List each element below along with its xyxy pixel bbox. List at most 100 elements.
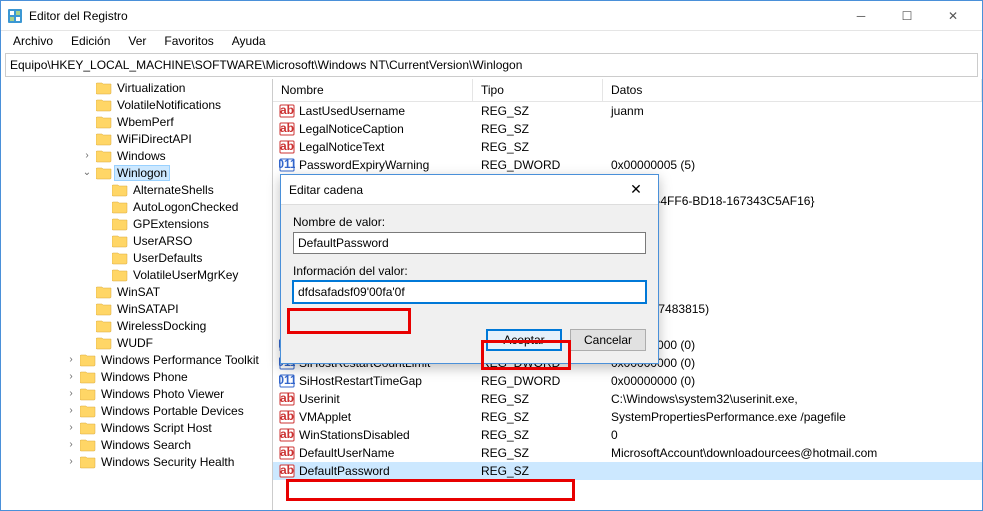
titlebar[interactable]: Editor del Registro ─ ☐ ✕ — [1, 1, 982, 31]
tree-item[interactable]: WinSAT — [1, 283, 272, 300]
tree-item[interactable]: ›Windows Phone — [1, 368, 272, 385]
dialog-input-name[interactable] — [293, 232, 646, 254]
tree-item[interactable]: Virtualization — [1, 79, 272, 96]
expand-icon[interactable]: › — [65, 388, 77, 399]
value-row[interactable]: 011PasswordExpiryWarningREG_DWORD0x00000… — [273, 156, 982, 174]
tree-item[interactable]: ›Windows — [1, 147, 272, 164]
svg-text:011: 011 — [279, 373, 295, 387]
tree-label: UserDefaults — [131, 251, 204, 265]
value-name: SiHostRestartTimeGap — [299, 374, 422, 388]
expand-icon[interactable]: › — [65, 439, 77, 450]
svg-text:011: 011 — [279, 157, 295, 171]
expand-icon[interactable]: › — [65, 405, 77, 416]
maximize-button[interactable]: ☐ — [884, 1, 930, 31]
expand-icon[interactable]: › — [65, 354, 77, 365]
value-data: .exe — [603, 248, 982, 262]
value-type: REG_SZ — [473, 428, 603, 442]
value-name: VMApplet — [299, 410, 351, 424]
tree-item[interactable]: › Windows Security Health — [1, 453, 272, 470]
tree-item[interactable]: WinSATAPI — [1, 300, 272, 317]
menu-file[interactable]: Archivo — [5, 32, 61, 50]
tree-item[interactable]: UserDefaults — [1, 249, 272, 266]
value-name: Userinit — [299, 392, 340, 406]
collapse-icon[interactable]: ⌄ — [81, 167, 93, 178]
menu-help[interactable]: Ayuda — [224, 32, 274, 50]
dialog-ok-button[interactable]: Aceptar — [486, 329, 562, 351]
svg-text:ab: ab — [280, 391, 294, 405]
menu-edit[interactable]: Edición — [63, 32, 118, 50]
value-data: 0x00000000 (0) — [603, 356, 982, 370]
dialog-titlebar[interactable]: Editar cadena ✕ — [281, 175, 658, 205]
value-data: 0x00000000 (0) — [603, 338, 982, 352]
tree-label: WinSAT — [115, 285, 162, 299]
tree-item[interactable]: ›Windows Portable Devices — [1, 402, 272, 419]
tree-label: AlternateShells — [131, 183, 216, 197]
expand-icon[interactable]: › — [81, 150, 93, 161]
value-name: DefaultPassword — [299, 464, 390, 478]
value-data: MicrosoftAccount\downloadourcees@hotmail… — [603, 446, 982, 460]
tree-label: Windows Security Health — [99, 455, 236, 469]
value-name: LegalNoticeText — [299, 140, 384, 154]
value-row[interactable]: abWinStationsDisabledREG_SZ0 — [273, 426, 982, 444]
minimize-button[interactable]: ─ — [838, 1, 884, 31]
col-header-name[interactable]: Nombre — [273, 79, 473, 101]
tree-item[interactable]: ⌄Winlogon — [1, 164, 272, 181]
tree-item[interactable]: ›Windows Photo Viewer — [1, 385, 272, 402]
value-data: 0x00000005 (5) — [603, 158, 982, 172]
value-name: DefaultUserName — [299, 446, 394, 460]
edit-string-dialog: Editar cadena ✕ Nombre de valor: Informa… — [280, 174, 659, 364]
tree-item[interactable]: WirelessDocking — [1, 317, 272, 334]
value-type: REG_SZ — [473, 122, 603, 136]
col-header-data[interactable]: Datos — [603, 79, 982, 101]
tree-item[interactable]: VolatileUserMgrKey — [1, 266, 272, 283]
svg-text:ab: ab — [280, 139, 294, 153]
tree-item[interactable]: ›Windows Script Host — [1, 419, 272, 436]
value-row[interactable]: abLastUsedUsernameREG_SZjuanm — [273, 102, 982, 120]
dialog-cancel-button[interactable]: Cancelar — [570, 329, 646, 351]
tree-label: WirelessDocking — [115, 319, 208, 333]
value-data: 00 (0) — [603, 266, 982, 280]
tree-item[interactable]: ›Windows Search — [1, 436, 272, 453]
svg-text:ab: ab — [280, 103, 294, 117]
expand-icon[interactable]: › — [65, 371, 77, 382]
menu-view[interactable]: Ver — [120, 32, 154, 50]
value-type: REG_SZ — [473, 392, 603, 406]
svg-text:ab: ab — [280, 121, 294, 135]
menu-favorites[interactable]: Favoritos — [156, 32, 221, 50]
close-button[interactable]: ✕ — [930, 1, 976, 31]
dialog-input-data[interactable] — [293, 281, 646, 303]
tree-item[interactable]: WiFiDirectAPI — [1, 130, 272, 147]
tree-item[interactable]: GPExtensions — [1, 215, 272, 232]
tree-item[interactable]: WbemPerf — [1, 113, 272, 130]
tree-label: Virtualization — [115, 81, 187, 95]
tree-label: AutoLogonChecked — [131, 200, 240, 214]
value-row[interactable]: abDefaultPasswordREG_SZ — [273, 462, 982, 480]
tree-item[interactable]: AlternateShells — [1, 181, 272, 198]
value-row[interactable]: abLegalNoticeCaptionREG_SZ — [273, 120, 982, 138]
value-type: REG_SZ — [473, 140, 603, 154]
value-row[interactable]: 011SiHostRestartTimeGapREG_DWORD0x000000… — [273, 372, 982, 390]
value-row[interactable]: ab LegalNoticeText REG_SZ — [273, 138, 982, 156]
tree-item[interactable]: WUDF — [1, 334, 272, 351]
tree-item[interactable]: VolatileNotifications — [1, 96, 272, 113]
tree-label: WUDF — [115, 336, 155, 350]
tree-item[interactable]: UserARSO — [1, 232, 272, 249]
tree-pane[interactable]: VirtualizationVolatileNotificationsWbemP… — [1, 79, 273, 510]
expand-icon[interactable]: › — [65, 422, 77, 433]
value-row[interactable]: abDefaultUserNameREG_SZMicrosoftAccount\… — [273, 444, 982, 462]
tree-label: WiFiDirectAPI — [115, 132, 194, 146]
value-type: REG_SZ — [473, 446, 603, 460]
value-row[interactable]: abUserinitREG_SZC:\Windows\system32\user… — [273, 390, 982, 408]
tree-item[interactable]: ›Windows Performance Toolkit — [1, 351, 272, 368]
menubar: Archivo Edición Ver Favoritos Ayuda — [1, 31, 982, 51]
expand-icon[interactable]: › — [65, 456, 77, 467]
tree-label: UserARSO — [131, 234, 194, 248]
dialog-close-button[interactable]: ✕ — [622, 181, 650, 198]
regedit-icon — [7, 8, 23, 24]
value-row[interactable]: abVMAppletREG_SZSystemPropertiesPerforma… — [273, 408, 982, 426]
svg-text:ab: ab — [280, 427, 294, 441]
tree-item[interactable]: AutoLogonChecked — [1, 198, 272, 215]
value-data: 0x00000000 (0) — [603, 374, 982, 388]
address-bar[interactable]: Equipo\HKEY_LOCAL_MACHINE\SOFTWARE\Micro… — [5, 53, 978, 77]
col-header-type[interactable]: Tipo — [473, 79, 603, 101]
